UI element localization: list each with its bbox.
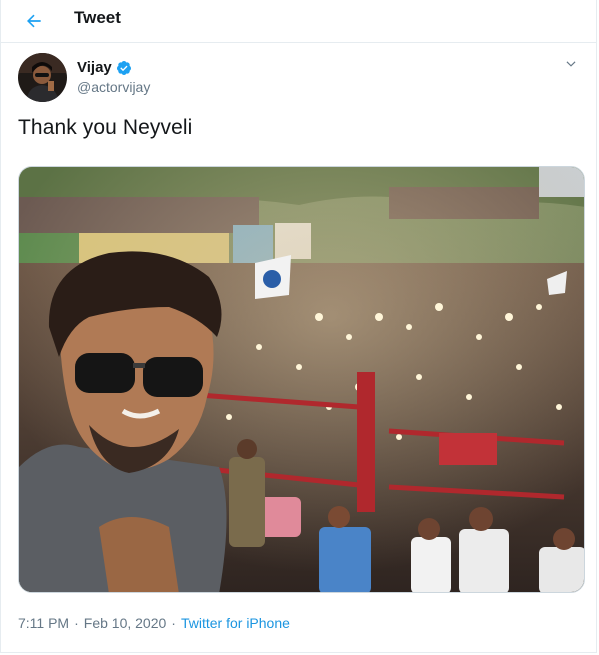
tweet-photo[interactable] bbox=[18, 166, 585, 593]
tweet-author: Vijay @actorvijay bbox=[18, 53, 596, 103]
tweet-time[interactable]: 7:11 PM bbox=[18, 615, 69, 631]
author-handle[interactable]: @actorvijay bbox=[77, 79, 150, 95]
tweet-date[interactable]: Feb 10, 2020 bbox=[84, 615, 167, 631]
top-bar: Tweet bbox=[1, 0, 596, 43]
back-button[interactable] bbox=[19, 6, 49, 36]
avatar-image bbox=[18, 53, 67, 102]
tweet-source-link[interactable]: Twitter for iPhone bbox=[181, 615, 290, 631]
selfie-crowd-image bbox=[19, 167, 584, 592]
chevron-down-icon[interactable] bbox=[564, 57, 578, 71]
author-name-line: Vijay bbox=[77, 59, 132, 76]
tweet-meta: 7:11 PM · Feb 10, 2020 · Twitter for iPh… bbox=[18, 615, 290, 631]
meta-separator-2: · bbox=[171, 615, 176, 631]
page-title: Tweet bbox=[74, 8, 121, 27]
back-arrow-icon bbox=[27, 14, 41, 28]
tweet-page: Tweet Vijay @actorvijay Thank you Neyvel… bbox=[0, 0, 597, 653]
verified-badge-icon bbox=[116, 60, 131, 75]
avatar[interactable] bbox=[18, 53, 67, 102]
meta-separator: · bbox=[74, 615, 79, 631]
display-name[interactable]: Vijay bbox=[77, 59, 112, 76]
tweet-text: Thank you Neyveli bbox=[18, 116, 193, 139]
